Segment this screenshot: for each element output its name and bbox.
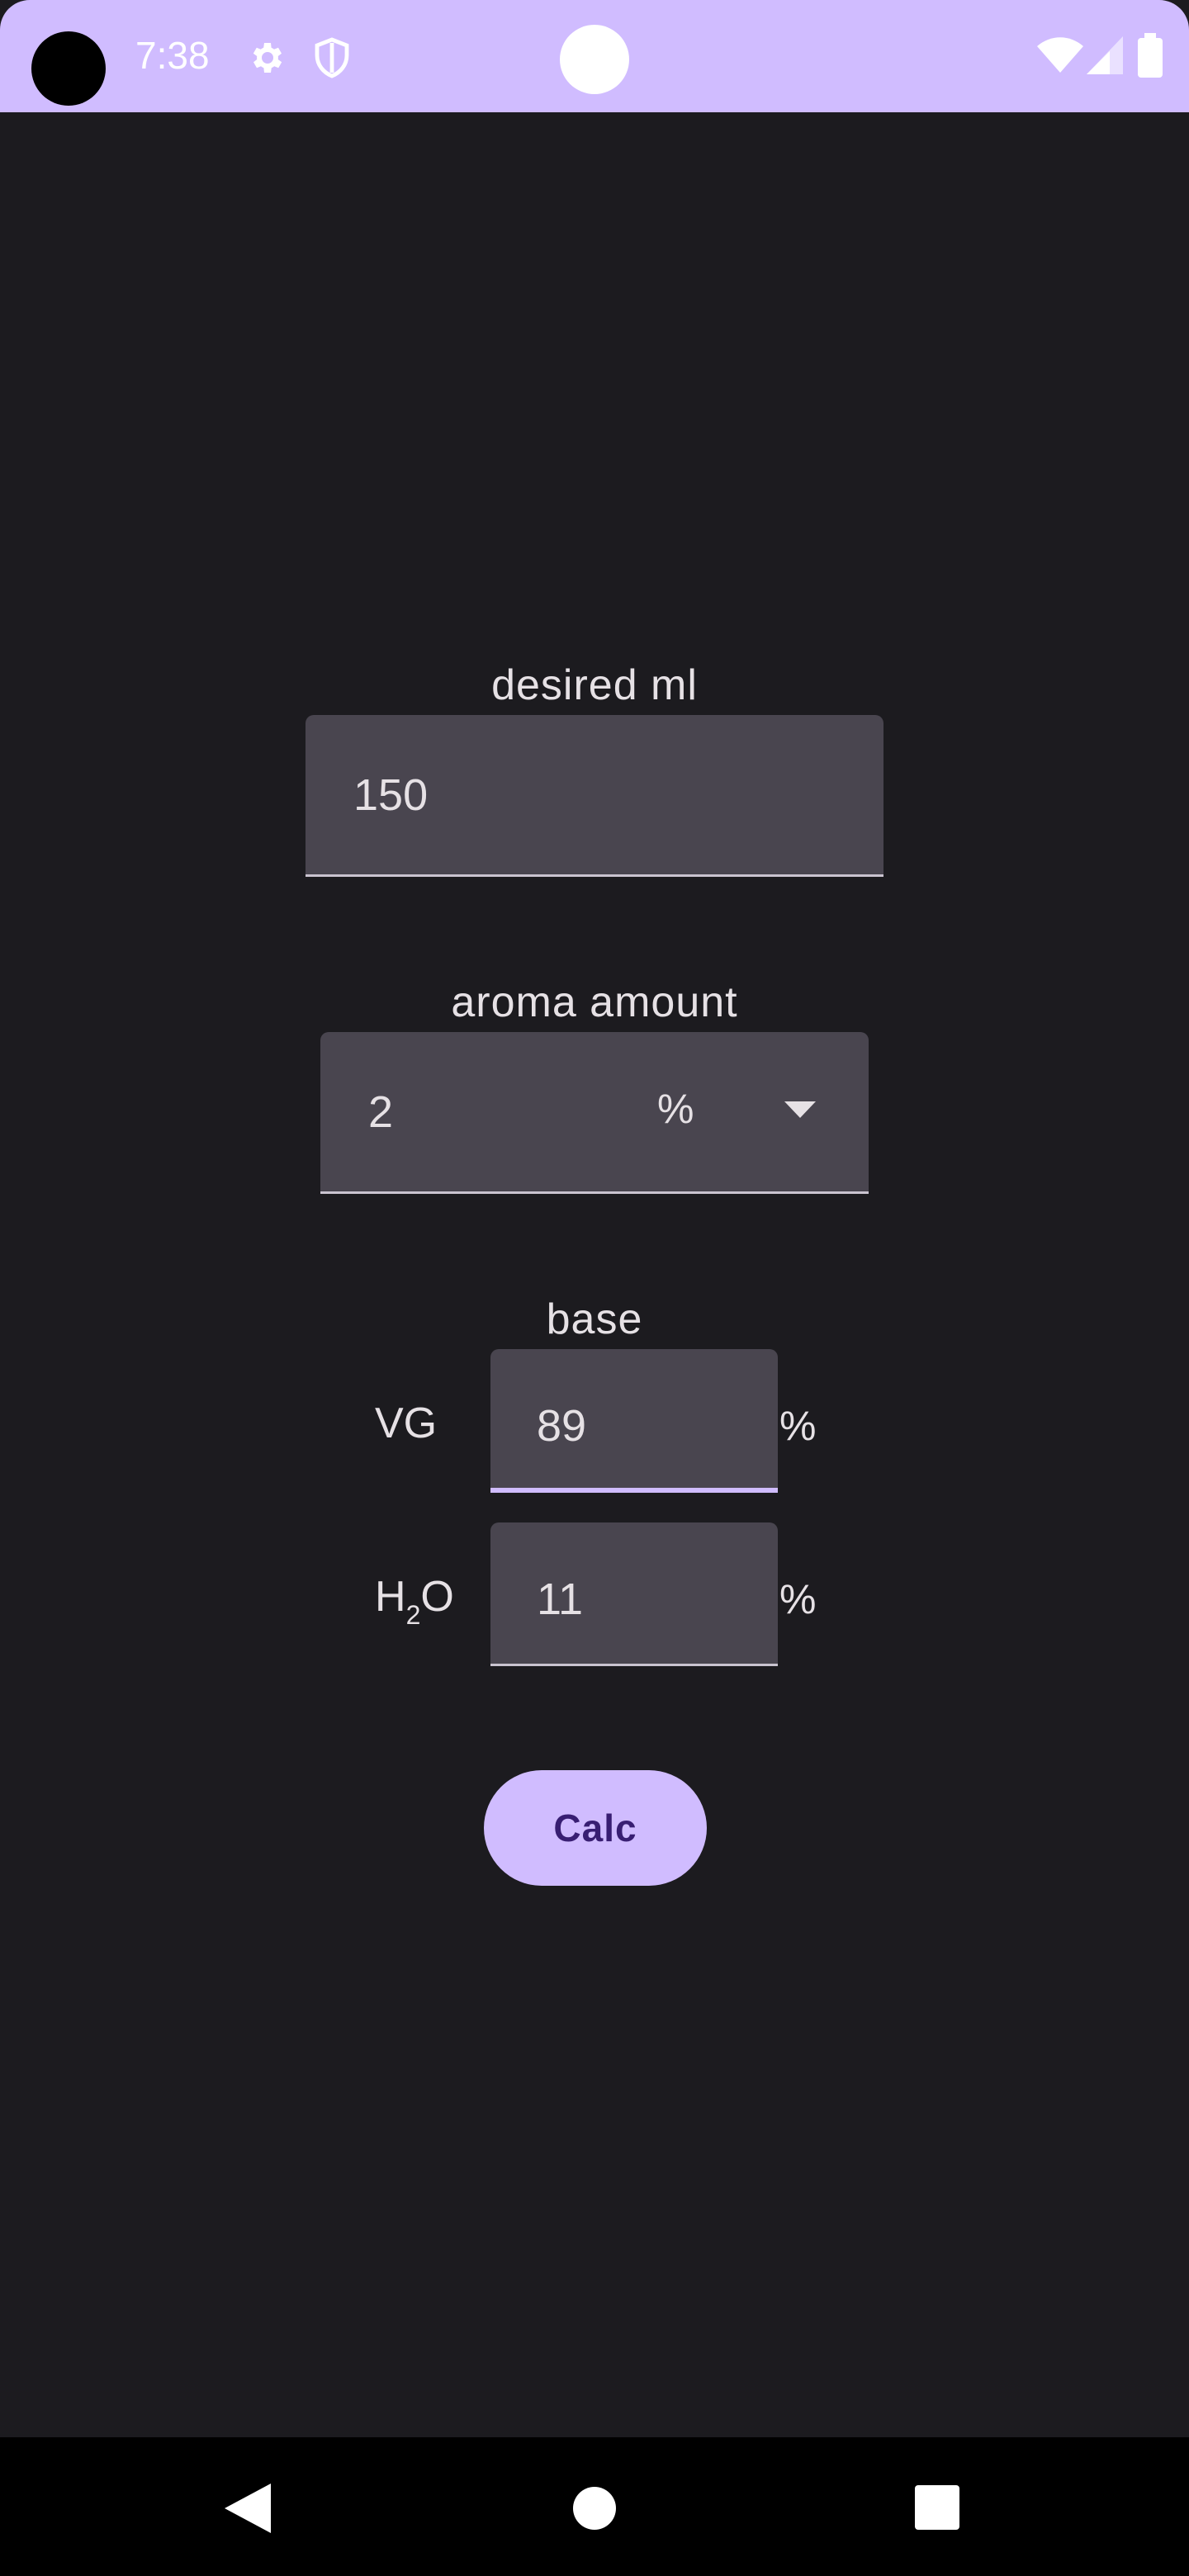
center-dot bbox=[560, 25, 629, 94]
chevron-down-icon bbox=[784, 1101, 816, 1122]
vg-label: VG bbox=[375, 1399, 438, 1447]
vg-input[interactable]: 89 bbox=[490, 1349, 778, 1493]
home-icon[interactable] bbox=[571, 2485, 618, 2536]
h2o-input[interactable]: 11 bbox=[490, 1522, 778, 1666]
camera-hole bbox=[31, 31, 106, 106]
wifi-icon bbox=[1037, 36, 1083, 78]
navigation-bar bbox=[0, 2437, 1189, 2576]
aroma-unit-dropdown[interactable]: % bbox=[608, 1032, 869, 1194]
h2o-unit: % bbox=[779, 1576, 817, 1622]
h2o-label: H2O bbox=[375, 1573, 454, 1630]
aroma-amount-field[interactable]: 2 bbox=[320, 1032, 611, 1194]
vg-value: 89 bbox=[537, 1401, 587, 1451]
calc-button[interactable]: Calc bbox=[484, 1770, 707, 1886]
desired-ml-field[interactable]: 150 bbox=[306, 715, 883, 877]
aroma-unit-value: % bbox=[657, 1086, 694, 1132]
signal-icon bbox=[1087, 36, 1123, 78]
settings-icon bbox=[246, 38, 286, 82]
desired-ml-label: desired ml bbox=[491, 661, 698, 709]
back-icon[interactable] bbox=[225, 2484, 271, 2537]
status-bar: 7:38 bbox=[0, 0, 1189, 112]
shield-icon bbox=[312, 36, 352, 83]
aroma-amount-label: aroma amount bbox=[451, 978, 738, 1026]
vg-unit: % bbox=[779, 1403, 817, 1449]
battery-icon bbox=[1138, 33, 1163, 82]
status-time: 7:38 bbox=[135, 34, 210, 77]
h2o-value: 11 bbox=[537, 1574, 584, 1624]
base-label: base bbox=[546, 1295, 643, 1343]
aroma-amount-value: 2 bbox=[368, 1087, 394, 1137]
desired-ml-value: 150 bbox=[353, 770, 429, 820]
recents-icon[interactable] bbox=[915, 2485, 959, 2534]
